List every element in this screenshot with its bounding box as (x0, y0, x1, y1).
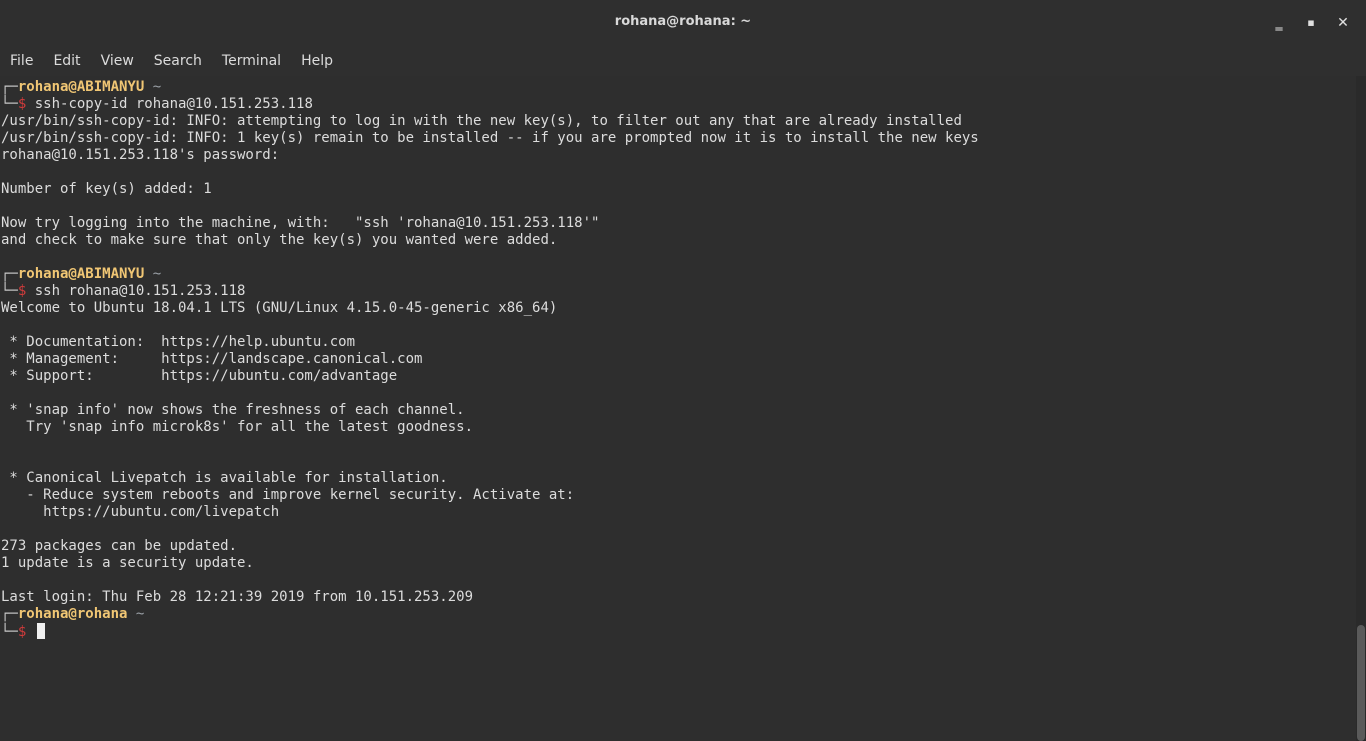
output-line: and check to make sure that only the key… (1, 232, 558, 248)
scrollbar-thumb[interactable] (1357, 625, 1365, 741)
prompt-user-host: rohana@ABIMANYU (17, 79, 145, 95)
output-line: - Reduce system reboots and improve kern… (1, 487, 575, 503)
output-line: * Canonical Livepatch is available for i… (1, 470, 448, 486)
menu-terminal[interactable]: Terminal (212, 46, 291, 76)
prompt-corner-top: ┌─ (1, 606, 18, 622)
terminal-window: rohana@rohana: ~ ‗ ▪ ✕ File Edit View Se… (0, 0, 1366, 741)
output-line: * Management: https://landscape.canonica… (1, 351, 423, 367)
menu-edit[interactable]: Edit (43, 46, 90, 76)
prompt-header-line: ┌─rohana@ABIMANYU ~ (1, 266, 161, 283)
output-line: * Support: https://ubuntu.com/advantage (1, 368, 398, 384)
prompt-cwd: ~ (135, 606, 145, 622)
command-text (26, 624, 34, 640)
vertical-scrollbar[interactable] (1356, 76, 1366, 741)
prompt-cwd: ~ (152, 266, 162, 282)
prompt-command-line: └─$ ssh-copy-id rohana@10.151.253.118 (1, 96, 313, 113)
menu-file[interactable]: File (0, 46, 43, 76)
prompt-header-line: ┌─rohana@ABIMANYU ~ (1, 79, 161, 96)
output-line: Welcome to Ubuntu 18.04.1 LTS (GNU/Linux… (1, 300, 558, 316)
menu-help[interactable]: Help (291, 46, 343, 76)
text-cursor (36, 623, 45, 639)
window-title: rohana@rohana: ~ (614, 14, 752, 29)
prompt-corner-bottom: └─ (1, 283, 18, 299)
prompt-corner-top: ┌─ (1, 79, 18, 95)
output-line: rohana@10.151.253.118's password: (1, 147, 280, 163)
prompt-cwd: ~ (152, 79, 162, 95)
command-text: ssh rohana@10.151.253.118 (26, 283, 246, 299)
output-line: 1 update is a security update. (1, 555, 254, 571)
output-line: * Documentation: https://help.ubuntu.com (1, 334, 356, 350)
output-line: 273 packages can be updated. (1, 538, 238, 554)
output-line: https://ubuntu.com/livepatch (1, 504, 280, 520)
title-bar[interactable]: rohana@rohana: ~ ‗ ▪ ✕ (0, 0, 1366, 46)
output-line: Try 'snap info microk8s' for all the lat… (1, 419, 474, 435)
output-line: /usr/bin/ssh-copy-id: INFO: attempting t… (1, 113, 962, 129)
prompt-command-line: └─$ ssh rohana@10.151.253.118 (1, 283, 245, 300)
output-line: Last login: Thu Feb 28 12:21:39 2019 fro… (1, 589, 474, 605)
maximize-icon[interactable]: ▪ (1300, 13, 1322, 33)
menu-bar: File Edit View Search Terminal Help (0, 46, 1366, 76)
prompt-corner-bottom: └─ (1, 96, 18, 112)
output-line: Number of key(s) added: 1 (1, 181, 212, 197)
minimize-icon[interactable]: ‗ (1268, 13, 1290, 33)
command-text: ssh-copy-id rohana@10.151.253.118 (26, 96, 313, 112)
prompt-user-host: rohana@ABIMANYU (17, 266, 145, 282)
output-line: * 'snap info' now shows the freshness of… (1, 402, 465, 418)
prompt-corner-top: ┌─ (1, 266, 18, 282)
prompt-command-line: └─$ (1, 623, 45, 640)
prompt-user-host: rohana@rohana (17, 606, 128, 622)
prompt-header-line: ┌─rohana@rohana ~ (1, 606, 144, 623)
output-line: Now try logging into the machine, with: … (1, 215, 600, 231)
output-line: /usr/bin/ssh-copy-id: INFO: 1 key(s) rem… (1, 130, 979, 146)
close-icon[interactable]: ✕ (1332, 13, 1354, 33)
terminal-output[interactable]: ┌─rohana@ABIMANYU ~ └─$ ssh-copy-id rohan… (0, 76, 1356, 741)
menu-search[interactable]: Search (144, 46, 212, 76)
menu-view[interactable]: View (91, 46, 144, 76)
prompt-corner-bottom: └─ (1, 624, 18, 640)
